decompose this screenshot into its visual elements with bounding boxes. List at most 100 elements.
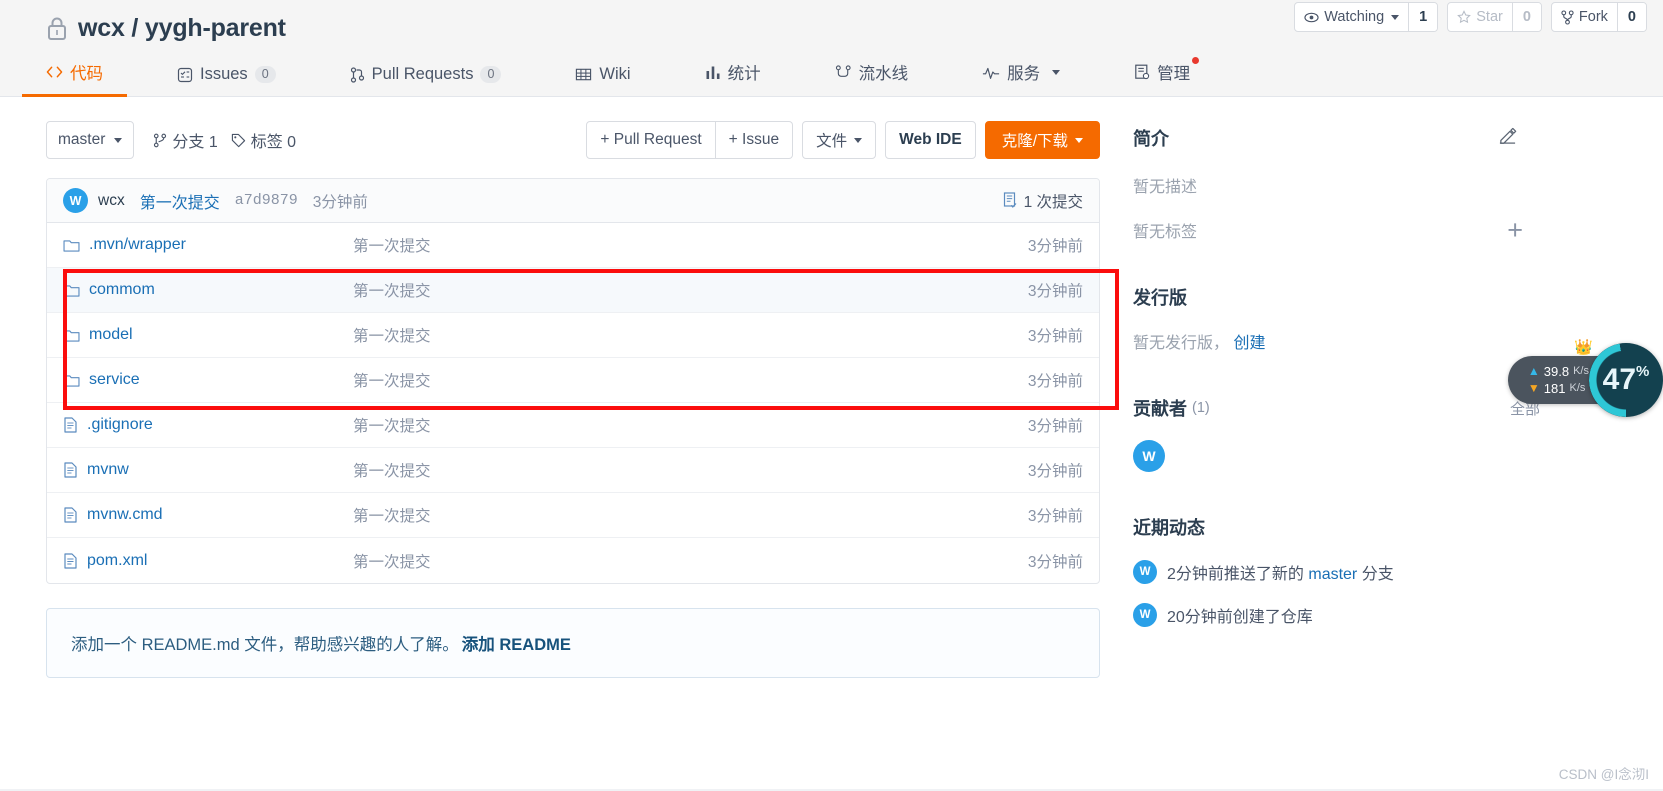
clone-download-button[interactable]: 克隆/下载 [984,121,1100,159]
tags-label: 标签 0 [250,134,297,151]
chevron-down-icon [114,137,123,143]
tab-code[interactable]: 代码 [22,60,127,97]
pull-request-icon [350,66,364,83]
tab-services[interactable]: 服务 [982,60,1061,97]
file-name: .gitignore [87,416,153,433]
table-row[interactable]: .mvn/wrapper 第一次提交 3分钟前 [47,223,1099,268]
avatar[interactable]: W [1133,603,1157,627]
file-icon [64,417,77,433]
commit-sha[interactable]: a7d9879 [235,192,298,209]
title-separator: / [131,13,139,42]
release-title: 发行版 [1133,288,1187,308]
tags-link[interactable]: 标签 0 [231,128,296,152]
watch-count[interactable]: 1 [1409,3,1438,31]
file-name: mvnw.cmd [87,506,163,523]
activity-suffix: 分支 [1357,566,1394,583]
folder-icon [63,240,80,252]
tab-pull-requests-label: Pull Requests [371,65,474,83]
fork-button-group[interactable]: Fork 0 [1550,2,1647,32]
repo-name[interactable]: yygh-parent [145,14,286,42]
tab-code-label: 代码 [70,65,103,83]
web-ide-button[interactable]: Web IDE [885,121,976,159]
tab-pull-requests[interactable]: Pull Requests 0 [350,65,502,97]
list-item: W 20分钟前创建了仓库 [1133,603,1620,627]
watch-button[interactable]: Watching [1295,3,1410,31]
table-row[interactable]: mvnw 第一次提交 3分钟前 [47,448,1099,493]
avatar[interactable]: W [63,188,88,213]
contributor-avatar[interactable]: W [1133,440,1165,472]
commit-author[interactable]: wcx [98,192,125,210]
contributors-count: (1) [1192,400,1210,416]
file-name: service [89,371,140,388]
add-readme-link[interactable]: 添加 README [462,636,571,654]
folder-icon [63,375,80,387]
repo-nav-tabs: 代码 Issues 0 Pull Requests 0 Wiki 统计 流水线 … [0,46,1663,97]
activity-branch-link[interactable]: master [1308,566,1357,583]
file-name: model [89,326,133,343]
star-button-group[interactable]: Star 0 [1447,2,1542,32]
file-link[interactable]: .gitignore [63,416,353,434]
network-speed-widget[interactable]: 👑 ▲ 39.8 K/s ▼ 181 K/s 47 % [1507,339,1663,417]
file-commit-message[interactable]: 第一次提交 [353,369,431,391]
file-commit-message[interactable]: 第一次提交 [353,324,431,346]
file-link[interactable]: pom.xml [63,552,353,570]
file-link[interactable]: .mvn/wrapper [63,236,353,254]
chevron-down-icon [854,137,863,143]
file-link[interactable]: model [63,326,353,344]
plus-icon[interactable]: + [1507,216,1523,244]
file-link[interactable]: service [63,371,353,389]
branches-label: 分支 1 [172,134,218,151]
new-issue-button[interactable]: + Issue [715,121,794,159]
file-link[interactable]: mvnw [63,461,353,479]
tab-pipeline[interactable]: 流水线 [835,60,908,97]
fork-button[interactable]: Fork [1552,3,1618,31]
table-row[interactable]: .gitignore 第一次提交 3分钟前 [47,403,1099,448]
table-row[interactable]: mvnw.cmd 第一次提交 3分钟前 [47,493,1099,538]
table-row[interactable]: commom 第一次提交 3分钟前 [47,268,1099,313]
tab-wiki[interactable]: Wiki [575,65,631,97]
tab-manage[interactable]: 管理 [1134,57,1200,97]
folder-icon [63,285,80,297]
tab-issues[interactable]: Issues 0 [177,65,276,97]
file-commit-message[interactable]: 第一次提交 [353,234,431,256]
new-pull-request-button[interactable]: + Pull Request [586,121,716,159]
create-release-link[interactable]: 创建 [1233,335,1265,352]
table-row[interactable]: model 第一次提交 3分钟前 [47,313,1099,358]
tag-icon [231,133,245,147]
watch-label: Watching [1324,9,1385,25]
file-commit-message[interactable]: 第一次提交 [353,279,431,301]
file-name: .mvn/wrapper [89,236,186,253]
repo-owner[interactable]: wcx [78,14,125,42]
cpu-usage-dial[interactable]: 47 % [1589,343,1663,417]
commit-count-link[interactable]: 1 次提交 [1003,190,1083,212]
eye-icon [1304,12,1319,22]
avatar[interactable]: W [1133,560,1157,584]
fork-count[interactable]: 0 [1617,3,1646,31]
file-name: pom.xml [87,551,148,569]
tab-issues-count: 0 [254,66,276,83]
file-commit-message[interactable]: 第一次提交 [353,550,431,572]
file-commit-message[interactable]: 第一次提交 [353,504,431,526]
file-commit-message[interactable]: 第一次提交 [353,459,431,481]
files-dropdown-button[interactable]: 文件 [802,121,877,159]
readme-prompt: 添加一个 README.md 文件，帮助感兴趣的人了解。 添加 README [46,608,1100,678]
file-time: 3分钟前 [1027,553,1083,571]
watermark: CSDN @I念沏I [1558,767,1649,782]
fork-icon [1561,9,1574,25]
upload-speed-row: ▲ 39.8 K/s [1528,363,1589,380]
star-count[interactable]: 0 [1512,3,1541,31]
table-row[interactable]: pom.xml 第一次提交 3分钟前 [47,538,1099,583]
intro-header-row: 简介 [1133,125,1620,151]
watch-button-group[interactable]: Watching 1 [1294,2,1439,32]
edit-icon[interactable] [1498,126,1517,150]
branch-selector[interactable]: master [46,121,135,159]
file-commit-message[interactable]: 第一次提交 [353,414,431,436]
branches-link[interactable]: 分支 1 [153,128,218,152]
star-button[interactable]: Star [1448,3,1513,31]
file-link[interactable]: mvnw.cmd [63,506,353,524]
tab-statistics[interactable]: 统计 [705,60,761,97]
commit-message[interactable]: 第一次提交 [140,189,220,213]
table-row[interactable]: service 第一次提交 3分钟前 [47,358,1099,403]
file-link[interactable]: commom [63,281,353,299]
activity-text: 20分钟前创建了仓库 [1167,603,1313,627]
